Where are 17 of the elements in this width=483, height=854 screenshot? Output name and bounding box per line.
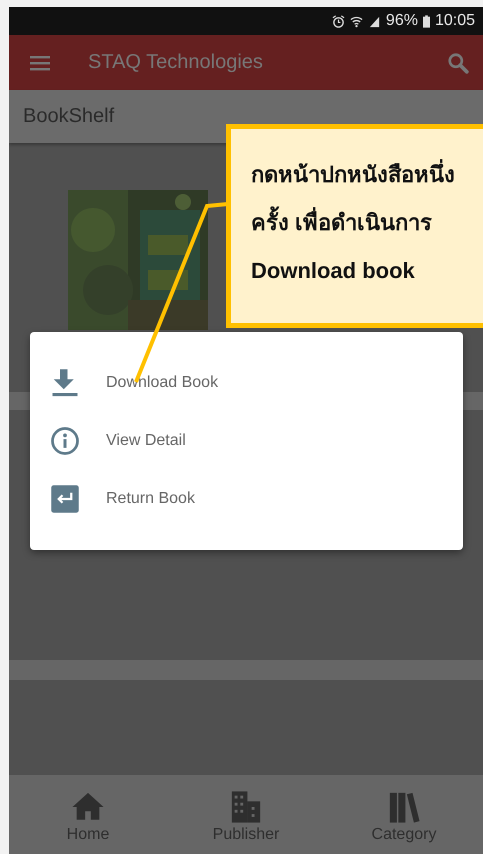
- wifi-icon: [350, 14, 363, 28]
- alarm-icon: [332, 14, 345, 28]
- menu-item[interactable]: View Detail: [30, 412, 463, 470]
- battery-level: 96%: [386, 12, 418, 30]
- battery-icon: [422, 14, 430, 28]
- search-icon[interactable]: [447, 52, 469, 74]
- menu-icon[interactable]: [30, 54, 50, 70]
- menu-item[interactable]: Return Book: [30, 470, 463, 528]
- download-icon: [50, 368, 80, 398]
- clock: 10:05: [434, 12, 475, 30]
- menu-item[interactable]: Download Book: [30, 354, 463, 412]
- info-icon: [50, 426, 80, 456]
- signal-icon: [368, 14, 381, 28]
- app-title: STAQ Technologies: [88, 51, 264, 74]
- callout-text: กดหน้าปกหนังสือหนึ่ง ครั้ง เพื่อดำเนินการ Download book: [251, 151, 483, 295]
- section-title: BookShelf: [23, 105, 114, 128]
- return-icon: [50, 484, 80, 514]
